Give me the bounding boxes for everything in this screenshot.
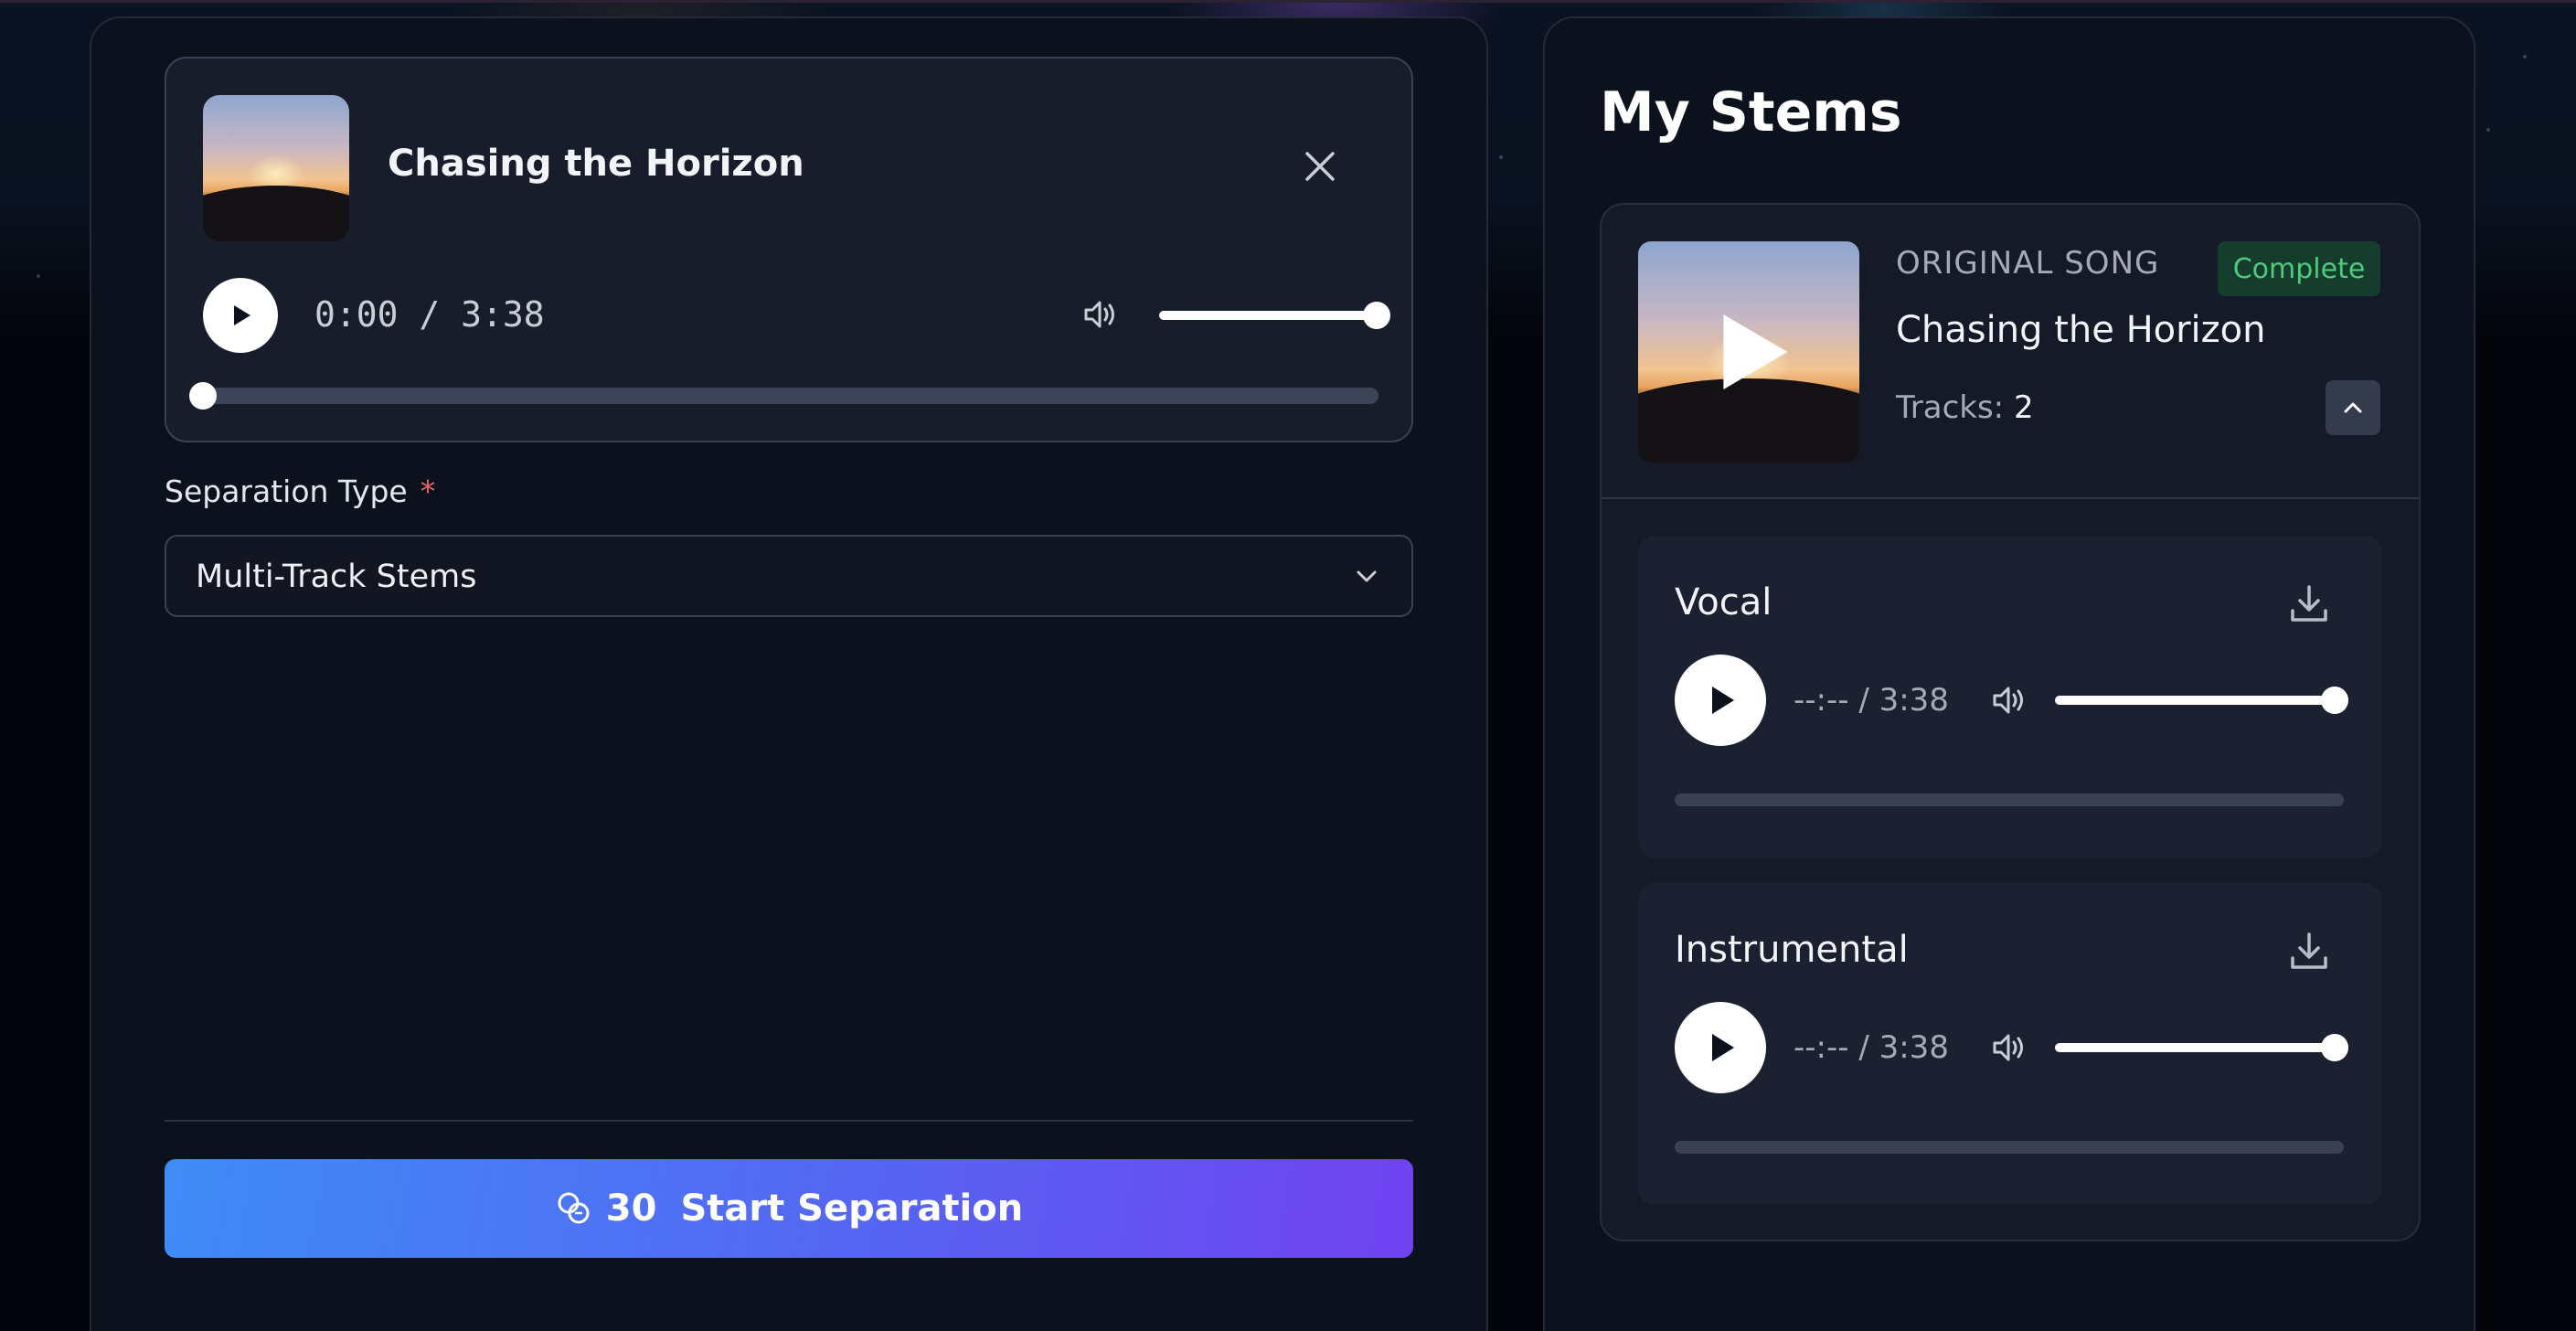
stem-name: Instrumental: [1675, 929, 1909, 971]
play-button[interactable]: [203, 278, 278, 353]
volume-icon: [1084, 301, 1114, 328]
my-stems-title: My Stems: [1600, 80, 1902, 144]
play-icon: [1712, 687, 1734, 714]
tracks-count-value: 2: [2013, 389, 2034, 426]
close-icon: [1305, 152, 1335, 181]
play-icon: [234, 305, 250, 325]
volume-button[interactable]: [1989, 680, 2029, 720]
stem-name: Vocal: [1675, 581, 1772, 623]
playback-time: 0:00 / 3:38: [314, 294, 545, 335]
background-dot: [2486, 128, 2490, 132]
required-indicator: *: [420, 474, 436, 509]
group-divider: [1602, 497, 2419, 499]
tracks-count: Tracks: 2: [1896, 389, 2034, 426]
coins-icon: [558, 1192, 590, 1224]
stem-group-card: ORIGINAL SONG Complete Chasing the Horiz…: [1600, 203, 2421, 1241]
seek-bar[interactable]: [1675, 793, 2344, 806]
stem-time: --:-- / 3:38: [1794, 682, 1949, 719]
volume-icon: [1993, 1034, 2023, 1061]
volume-slider[interactable]: [2055, 1034, 2348, 1061]
volume-slider-thumb[interactable]: [2321, 687, 2348, 714]
stem-track-card: Instrumental --:-- / 3:38: [1638, 883, 2382, 1205]
play-icon: [1712, 1034, 1734, 1061]
separation-type-label-text: Separation Type: [165, 474, 408, 509]
play-button[interactable]: [1675, 655, 1766, 746]
volume-slider[interactable]: [2055, 687, 2348, 714]
stem-track-card: Vocal --:-- / 3:38: [1638, 536, 2382, 857]
separation-type-label: Separation Type *: [165, 474, 435, 509]
original-song-label: ORIGINAL SONG: [1896, 245, 2160, 282]
original-song-title: Chasing the Horizon: [1896, 309, 2266, 351]
audio-player-card: Chasing the Horizon 0:00 / 3:38: [165, 57, 1413, 442]
status-badge: Complete: [2218, 241, 2380, 296]
volume-button[interactable]: [1989, 1028, 2029, 1068]
seek-bar[interactable]: [1675, 1141, 2344, 1154]
volume-slider-thumb[interactable]: [2321, 1034, 2348, 1061]
chevron-down-icon: [1357, 570, 1377, 582]
volume-slider-thumb[interactable]: [1363, 302, 1390, 329]
section-divider: [165, 1120, 1413, 1122]
chevron-up-icon: [2344, 402, 2362, 413]
credit-cost: 30: [605, 1187, 657, 1230]
play-icon: [1723, 314, 1788, 389]
song-title: Chasing the Horizon: [388, 143, 804, 185]
close-button[interactable]: [1302, 148, 1338, 185]
top-border: [0, 0, 2576, 3]
background-dot: [1499, 155, 1503, 159]
volume-button[interactable]: [1080, 294, 1121, 335]
volume-slider-fill: [1159, 311, 1377, 320]
background-dot: [2523, 55, 2527, 59]
volume-icon: [1993, 687, 2023, 714]
background-dot: [37, 274, 40, 278]
start-separation-label: Start Separation: [680, 1187, 1024, 1230]
download-button[interactable]: [2283, 925, 2335, 976]
song-thumbnail: [203, 95, 349, 241]
seek-thumb[interactable]: [189, 382, 217, 410]
seek-bar[interactable]: [189, 382, 1378, 410]
volume-slider-fill: [2055, 696, 2335, 705]
download-icon: [2291, 585, 2327, 622]
play-button[interactable]: [1675, 1002, 1766, 1093]
volume-slider-fill: [2055, 1043, 2335, 1052]
download-icon: [2291, 932, 2327, 969]
separation-type-select[interactable]: Multi-Track Stems: [165, 535, 1413, 617]
collapse-button[interactable]: [2326, 380, 2380, 435]
download-button[interactable]: [2283, 578, 2335, 629]
original-song-thumbnail[interactable]: [1638, 241, 1859, 463]
tracks-count-label: Tracks:: [1896, 389, 2005, 426]
separation-type-value: Multi-Track Stems: [196, 559, 477, 595]
stem-time: --:-- / 3:38: [1794, 1029, 1949, 1066]
start-separation-button[interactable]: 30 Start Separation: [165, 1159, 1413, 1258]
volume-slider[interactable]: [1159, 302, 1390, 329]
